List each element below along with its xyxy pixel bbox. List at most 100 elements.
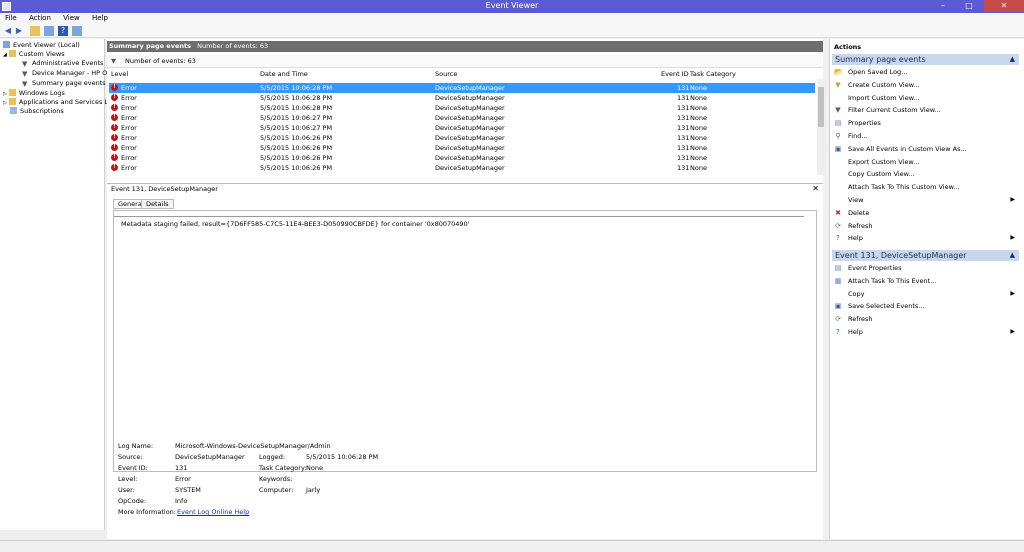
pane-header: Summary page events Number of events: 63 bbox=[107, 41, 823, 52]
collapsed-arrow-icon[interactable]: ▷ bbox=[3, 91, 7, 97]
title-bar: Event Viewer – □ ✕ bbox=[0, 0, 1024, 13]
submenu-arrow-icon: ▶ bbox=[1010, 289, 1015, 297]
refresh-icon: ⟳ bbox=[835, 221, 841, 230]
cell-event-id: 131 bbox=[677, 104, 690, 112]
actions-section-summary[interactable]: Summary page events ▲ bbox=[832, 54, 1019, 65]
maximize-button[interactable]: □ bbox=[956, 0, 982, 12]
folder-icon bbox=[8, 98, 16, 105]
event-description-box[interactable]: Metadata staging failed, result={7D6FF58… bbox=[113, 210, 817, 472]
event-row[interactable]: ! Error 5/5/2015 10:06:26 PM DeviceSetupMan… bbox=[109, 163, 815, 173]
cell-task-category: None bbox=[690, 84, 707, 92]
online-help-link-text[interactable]: Event Log Online Help bbox=[177, 508, 249, 516]
tree-item-applications-services[interactable]: ▷ Applications and Services Lo bbox=[3, 98, 112, 107]
collapsed-arrow-icon[interactable]: ▷ bbox=[3, 100, 7, 106]
level-label: Level: bbox=[118, 475, 138, 483]
event-row[interactable]: ! Error 5/5/2015 10:06:26 PM DeviceSetupMan… bbox=[109, 133, 815, 143]
cell-date: 5/5/2015 10:06:27 PM bbox=[260, 124, 333, 132]
action-attach-task-to-this-custom-view[interactable]: Attach Task To This Custom View... bbox=[834, 182, 1017, 192]
column-header-level[interactable]: Level bbox=[111, 70, 128, 78]
tree-item-device-manager[interactable]: ▼ Device Manager - HP Offi bbox=[22, 69, 114, 78]
submenu-arrow-icon: ▶ bbox=[1010, 196, 1015, 203]
event-row[interactable]: ! Error 5/5/2015 10:06:28 PM DeviceSetupMan… bbox=[109, 103, 815, 113]
cell-event-id: 131 bbox=[677, 84, 690, 92]
actions-section-event[interactable]: Event 131, DeviceSetupManager ▲ bbox=[832, 250, 1019, 261]
action-refresh[interactable]: ⟳ Refresh bbox=[834, 221, 1017, 231]
action-create-custom-view[interactable]: ▼ Create Custom View... bbox=[834, 80, 1017, 90]
cell-source: DeviceSetupManager bbox=[435, 94, 505, 102]
tab-details[interactable]: Details bbox=[141, 199, 174, 209]
tree-item-summary-page-events[interactable]: ▼ Summary page events bbox=[22, 79, 106, 88]
event-row[interactable]: ! Error 5/5/2015 10:06:28 PM DeviceSetupMan… bbox=[109, 83, 815, 93]
cell-event-id: 131 bbox=[677, 164, 690, 172]
tree-item-subscriptions[interactable]: Subscriptions bbox=[10, 107, 64, 116]
menu-file[interactable]: File bbox=[0, 13, 22, 22]
cell-level: Error bbox=[121, 134, 137, 142]
collapse-icon[interactable]: ▲ bbox=[1010, 54, 1015, 65]
event-action-attach-task-to-this-event[interactable]: ▦ Attach Task To This Event... bbox=[834, 276, 1017, 286]
action-delete[interactable]: ✖ Delete bbox=[834, 208, 1017, 218]
event-row[interactable]: ! Error 5/5/2015 10:06:27 PM DeviceSetupMan… bbox=[109, 123, 815, 133]
tree-item-windows-logs[interactable]: ▷ Windows Logs bbox=[3, 89, 65, 98]
event-row[interactable]: ! Error 5/5/2015 10:06:27 PM DeviceSetupMan… bbox=[109, 113, 815, 123]
event-row[interactable]: ! Error 5/5/2015 10:06:28 PM DeviceSetupMan… bbox=[109, 93, 815, 103]
filter-icon: ▼ bbox=[22, 80, 28, 88]
menu-view[interactable]: View bbox=[58, 13, 85, 22]
submenu-arrow-icon: ▶ bbox=[1010, 328, 1015, 335]
action-view[interactable]: View ▶ bbox=[834, 195, 1017, 205]
delete-icon: ✖ bbox=[835, 208, 841, 217]
action-help[interactable]: ? Help ▶ bbox=[834, 233, 1017, 243]
collapse-icon[interactable]: ▲ bbox=[1010, 250, 1015, 261]
filter-bar: ▼ Number of events: 63 bbox=[107, 55, 823, 68]
action-import-custom-view[interactable]: Import Custom View... bbox=[834, 93, 1017, 103]
menu-action[interactable]: Action bbox=[24, 13, 56, 22]
action-find[interactable]: ⚲ Find... bbox=[834, 131, 1017, 141]
column-header-event-id[interactable]: Event ID bbox=[661, 70, 689, 78]
scrollbar-thumb[interactable] bbox=[818, 87, 824, 127]
help-icon[interactable]: ? bbox=[58, 26, 68, 36]
help-icon: ? bbox=[836, 328, 840, 336]
forward-icon[interactable]: ▶ bbox=[14, 26, 24, 36]
event-properties-icon: ▤ bbox=[834, 264, 842, 272]
tree-item-administrative-events[interactable]: ▼ Administrative Events bbox=[22, 59, 103, 68]
event-row[interactable]: ! Error 5/5/2015 10:06:26 PM DeviceSetupMan… bbox=[109, 143, 815, 153]
column-header-source[interactable]: Source bbox=[435, 70, 457, 78]
event-action-refresh[interactable]: ⟳ Refresh bbox=[834, 314, 1017, 324]
close-button[interactable]: ✕ bbox=[984, 0, 1024, 12]
console-icon[interactable] bbox=[44, 26, 54, 36]
back-icon[interactable]: ◀ bbox=[3, 26, 13, 36]
copy-icon bbox=[834, 170, 842, 178]
cell-task-category: None bbox=[690, 134, 707, 142]
copy-icon bbox=[834, 290, 842, 298]
event-action-event-properties[interactable]: ▤ Event Properties bbox=[834, 263, 1017, 273]
detail-title: Event 131, DeviceSetupManager bbox=[111, 185, 218, 193]
event-action-help[interactable]: ? Help ▶ bbox=[834, 327, 1017, 337]
event-id-value: 131 bbox=[175, 464, 188, 472]
expand-arrow-icon[interactable]: ◢ bbox=[3, 52, 7, 58]
event-log-online-help-link[interactable]: Event Log Online Help bbox=[177, 508, 249, 516]
event-row[interactable]: ! Error 5/5/2015 10:06:26 PM DeviceSetupMan… bbox=[109, 153, 815, 163]
column-header-task-category[interactable]: Task Category bbox=[690, 70, 736, 78]
action-filter-current-custom-view[interactable]: ▼ Filter Current Custom View... bbox=[834, 105, 1017, 115]
event-action-copy[interactable]: Copy ▶ bbox=[834, 289, 1017, 299]
action-open-saved-log[interactable]: 📂 Open Saved Log... bbox=[834, 67, 1017, 77]
menu-help[interactable]: Help bbox=[87, 13, 113, 22]
opcode-value: Info bbox=[175, 497, 188, 505]
find-icon: ⚲ bbox=[835, 132, 841, 140]
minimize-button[interactable]: – bbox=[930, 0, 956, 12]
column-header-date[interactable]: Date and Time bbox=[260, 70, 308, 78]
event-action-save-selected-events[interactable]: ▣ Save Selected Events... bbox=[834, 301, 1017, 311]
action-export-custom-view[interactable]: Export Custom View... bbox=[834, 157, 1017, 167]
properties-icon[interactable] bbox=[72, 26, 82, 36]
tree-item-custom-views[interactable]: ◢ Custom Views bbox=[3, 50, 65, 59]
tree-horizontal-scrollbar[interactable] bbox=[0, 530, 105, 539]
list-vertical-scrollbar[interactable] bbox=[817, 79, 825, 175]
action-properties[interactable]: ▤ Properties bbox=[834, 118, 1017, 128]
action-label: Refresh bbox=[848, 315, 873, 324]
action-save-all-events-in-custom-view-as[interactable]: ▣ Save All Events in Custom View As... bbox=[834, 144, 1017, 154]
save-icon: ▣ bbox=[834, 144, 842, 153]
action-copy-custom-view[interactable]: Copy Custom View... bbox=[834, 169, 1017, 179]
detail-close-icon[interactable]: ✕ bbox=[812, 184, 819, 194]
more-information-label: More Information: bbox=[118, 508, 176, 516]
folder-icon[interactable] bbox=[30, 26, 40, 36]
tree-item-event-viewer-local[interactable]: Event Viewer (Local) bbox=[3, 41, 80, 50]
